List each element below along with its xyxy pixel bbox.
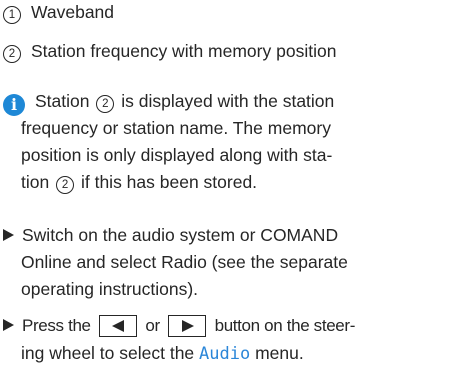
circled-number-2-ref: 2 — [56, 176, 75, 194]
right-arrow-key-icon — [168, 315, 207, 337]
note-line-3-text: position is only displayed along with st… — [21, 145, 333, 165]
step-1-text-3: operating instructions). — [21, 279, 199, 299]
note-line-1: i Station 2 is displayed with the station — [3, 88, 461, 116]
step-bullet-icon — [3, 229, 14, 241]
info-icon: i — [3, 94, 25, 116]
step-2-line-2-before: ing wheel to select the — [21, 343, 195, 363]
note-line-3: position is only displayed along with st… — [21, 142, 461, 168]
circled-number-2-ref: 2 — [96, 95, 115, 113]
step-1-line-1: Switch on the audio system or COMAND — [3, 222, 461, 248]
note-line-1-after: is displayed with the station — [121, 91, 335, 111]
note-line-2: frequency or station name. The memory — [21, 115, 461, 141]
note-line-2-text: frequency or station name. The memory — [21, 118, 331, 138]
step-2-line-2: ing wheel to select the Audio menu. — [21, 340, 461, 367]
step-1-line-3: operating instructions). — [21, 276, 461, 302]
step-bullet-icon — [3, 319, 14, 331]
note-line-4-after: if this has been stored. — [80, 172, 258, 192]
legend-item-2: 2 Station frequency with memory position — [3, 38, 461, 64]
note-line-4: tion 2 if this has been stored. — [21, 169, 461, 195]
step-2-before: Press the — [22, 316, 91, 335]
circled-number-2: 2 — [3, 45, 21, 63]
left-arrow-key-icon — [99, 315, 138, 337]
manual-page: 1 Waveband 2 Station frequency with memory… — [0, 0, 465, 369]
audio-menu-label: Audio — [199, 344, 251, 364]
step-2-after: button on the steer- — [214, 316, 356, 335]
note-line-4-before: tion — [21, 172, 50, 192]
step-2-line-1: Press the or button on the steer- — [3, 313, 461, 339]
circled-number-1: 1 — [3, 6, 21, 24]
note-line-1-before: Station — [35, 91, 90, 111]
step-2-or: or — [145, 316, 160, 335]
step-1-text-1: Switch on the audio system or COMAND — [22, 225, 339, 245]
legend-item-1: 1 Waveband — [3, 0, 461, 25]
step-1-line-2: Online and select Radio (see the separat… — [21, 249, 461, 275]
legend-item-2-text: Station frequency with memory position — [31, 41, 337, 61]
legend-item-1-text: Waveband — [31, 2, 115, 22]
step-1-text-2: Online and select Radio (see the separat… — [21, 252, 348, 272]
step-2-line-2-after: menu. — [255, 343, 304, 363]
